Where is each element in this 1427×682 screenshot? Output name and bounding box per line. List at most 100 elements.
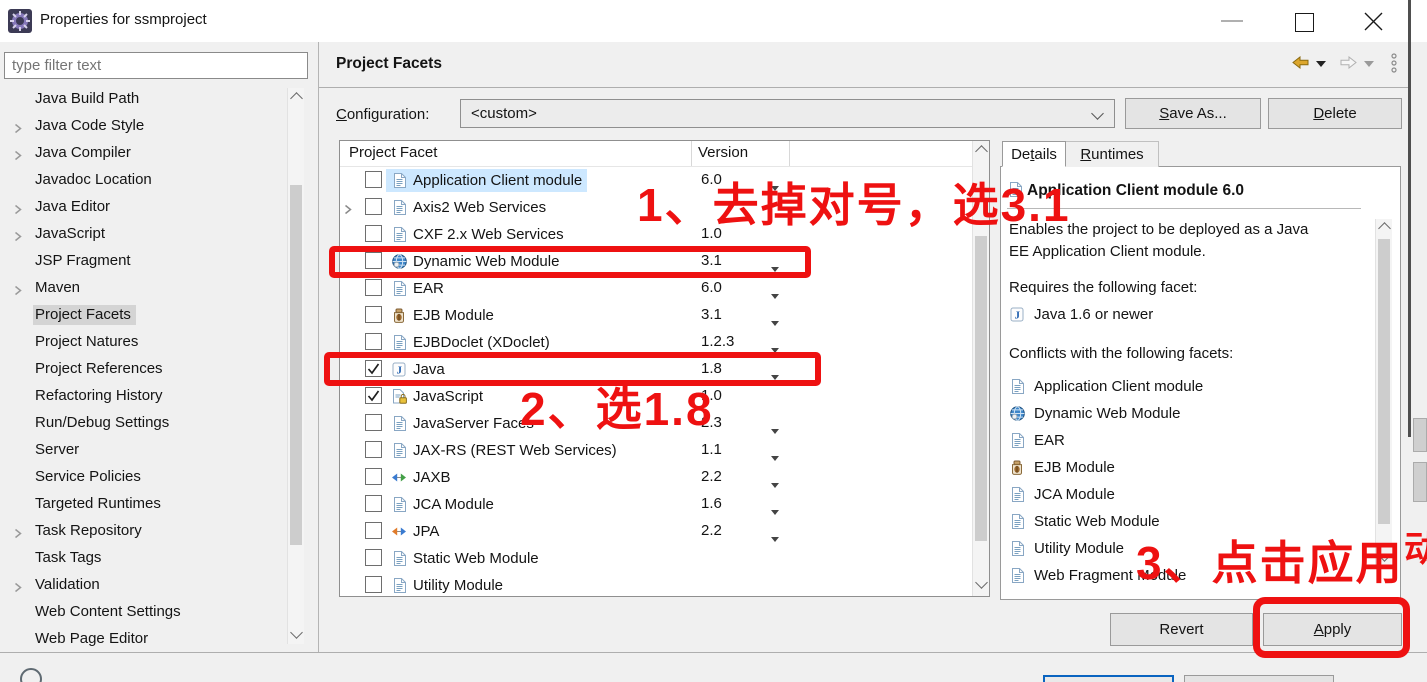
expand-chevron-icon[interactable] — [13, 121, 23, 134]
facet-checkbox[interactable] — [365, 171, 382, 188]
sidebar-item-label: Java Compiler — [35, 144, 131, 161]
close-button[interactable] — [1363, 11, 1384, 32]
facet-row[interactable]: Utility Module — [340, 572, 972, 596]
facet-label: Utility Module — [413, 577, 504, 594]
scroll-up-icon[interactable] — [975, 145, 988, 158]
sidebar-item-task-tags[interactable]: Task Tags — [0, 545, 284, 572]
view-menu-icon[interactable] — [1390, 53, 1398, 73]
scrollbar-thumb[interactable] — [975, 236, 987, 541]
sidebar-item-server[interactable]: Server — [0, 437, 284, 464]
save-as-button[interactable]: Save As... — [1125, 98, 1261, 129]
facet-row[interactable]: JCA Module 1.6 — [340, 491, 972, 518]
facet-checkbox[interactable] — [365, 522, 382, 539]
facet-row[interactable]: EAR 6.0 — [340, 275, 972, 302]
facet-row[interactable]: EJB Module 3.1 — [340, 302, 972, 329]
facet-reference-label: Application Client module — [1034, 378, 1204, 395]
expand-chevron-icon[interactable] — [13, 202, 23, 215]
facet-version: 2.2 — [701, 468, 722, 485]
version-dropdown-icon[interactable] — [771, 448, 779, 465]
column-project-facet: Project Facet — [349, 144, 438, 161]
expand-chevron-icon[interactable] — [13, 580, 23, 593]
sidebar-item-java-compiler[interactable]: Java Compiler — [0, 140, 284, 167]
delete-button[interactable]: Delete — [1268, 98, 1402, 129]
sidebar-item-label: Task Tags — [35, 549, 102, 566]
sidebar-item-java-editor[interactable]: Java Editor — [0, 194, 284, 221]
scroll-up-icon[interactable] — [1378, 222, 1391, 235]
version-dropdown-icon[interactable] — [771, 529, 779, 546]
facet-checkbox[interactable] — [365, 549, 382, 566]
scroll-down-icon[interactable] — [290, 626, 303, 639]
facet-checkbox[interactable] — [365, 495, 382, 512]
version-dropdown-icon[interactable] — [771, 475, 779, 492]
doc-icon — [391, 497, 407, 512]
sidebar-item-service-policies[interactable]: Service Policies — [0, 464, 284, 491]
tab-details[interactable]: Details — [1002, 141, 1066, 167]
back-arrow-icon[interactable] — [1292, 56, 1309, 69]
facet-checkbox[interactable] — [365, 333, 382, 350]
sidebar-item-web-content-settings[interactable]: Web Content Settings — [0, 599, 284, 626]
scrollbar-thumb[interactable] — [1378, 239, 1390, 524]
configuration-label: Configuration: — [336, 106, 430, 123]
facet-checkbox[interactable] — [365, 306, 382, 323]
version-dropdown-icon[interactable] — [771, 313, 779, 330]
expand-chevron-icon[interactable] — [13, 283, 23, 296]
facet-checkbox[interactable] — [365, 225, 382, 242]
facet-checkbox[interactable] — [365, 387, 382, 404]
forward-arrow-icon[interactable] — [1340, 56, 1357, 69]
sidebar-item-validation[interactable]: Validation — [0, 572, 284, 599]
maximize-button[interactable] — [1295, 13, 1314, 32]
facet-label: EJB Module — [413, 307, 494, 324]
facet-row[interactable]: Static Web Module — [340, 545, 972, 572]
details-panel: Application Client module 6.0 Enables th… — [1000, 166, 1401, 600]
tab-runtimes[interactable]: Runtimes — [1066, 141, 1159, 167]
facet-row[interactable]: JAX-RS (REST Web Services) 1.1 — [340, 437, 972, 464]
sidebar-item-task-repository[interactable]: Task Repository — [0, 518, 284, 545]
sidebar-item-label: JSP Fragment — [35, 252, 131, 269]
version-dropdown-icon[interactable] — [771, 502, 779, 519]
facet-row[interactable]: JAXB 2.2 — [340, 464, 972, 491]
sidebar-item-java-code-style[interactable]: Java Code Style — [0, 113, 284, 140]
minimize-button[interactable] — [1221, 20, 1243, 22]
sidebar-scrollbar[interactable] — [287, 88, 304, 644]
scroll-up-icon[interactable] — [290, 92, 303, 105]
version-dropdown-icon[interactable] — [771, 421, 779, 438]
filter-input[interactable] — [4, 52, 308, 79]
facet-checkbox[interactable] — [365, 468, 382, 485]
sidebar-item-javadoc-location[interactable]: Javadoc Location — [0, 167, 284, 194]
facet-checkbox[interactable] — [365, 414, 382, 431]
facet-row[interactable]: JPA 2.2 — [340, 518, 972, 545]
sidebar-item-refactoring-history[interactable]: Refactoring History — [0, 383, 284, 410]
version-dropdown-icon[interactable] — [771, 286, 779, 303]
forward-history-dropdown-icon[interactable] — [1364, 61, 1374, 67]
scrollbar-thumb[interactable] — [290, 185, 302, 545]
expand-chevron-icon[interactable] — [13, 229, 23, 242]
revert-button[interactable]: Revert — [1110, 613, 1253, 646]
sidebar-item-run-debug-settings[interactable]: Run/Debug Settings — [0, 410, 284, 437]
sidebar-item-project-references[interactable]: Project References — [0, 356, 284, 383]
expand-chevron-icon[interactable] — [13, 148, 23, 161]
sidebar-item-jsp-fragment[interactable]: JSP Fragment — [0, 248, 284, 275]
back-history-dropdown-icon[interactable] — [1316, 61, 1326, 67]
expand-chevron-icon[interactable] — [13, 526, 23, 539]
details-scrollbar[interactable] — [1375, 219, 1392, 569]
facet-checkbox[interactable] — [365, 576, 382, 593]
sidebar-item-web-page-editor[interactable]: Web Page Editor — [0, 626, 284, 653]
sidebar-item-project-facets[interactable]: Project Facets — [0, 302, 284, 329]
sidebar-item-label: Web Content Settings — [35, 603, 181, 620]
sidebar-item-targeted-runtimes[interactable]: Targeted Runtimes — [0, 491, 284, 518]
facet-checkbox[interactable] — [365, 198, 382, 215]
help-button-partial[interactable] — [20, 668, 42, 682]
facet-checkbox[interactable] — [365, 279, 382, 296]
configuration-combo[interactable]: <custom> — [460, 99, 1115, 128]
sidebar-item-project-natures[interactable]: Project Natures — [0, 329, 284, 356]
sidebar-item-label: Java Code Style — [35, 117, 145, 134]
sidebar-item-java-build-path[interactable]: Java Build Path — [0, 86, 284, 113]
facet-checkbox[interactable] — [365, 441, 382, 458]
expand-chevron-icon[interactable] — [343, 202, 353, 219]
header-divider — [319, 87, 1408, 88]
cancel-button-partial[interactable] — [1184, 675, 1334, 682]
sidebar-item-maven[interactable]: Maven — [0, 275, 284, 302]
sidebar-item-javascript[interactable]: JavaScript — [0, 221, 284, 248]
ok-button-partial[interactable] — [1043, 675, 1174, 682]
scroll-down-icon[interactable] — [975, 576, 988, 589]
